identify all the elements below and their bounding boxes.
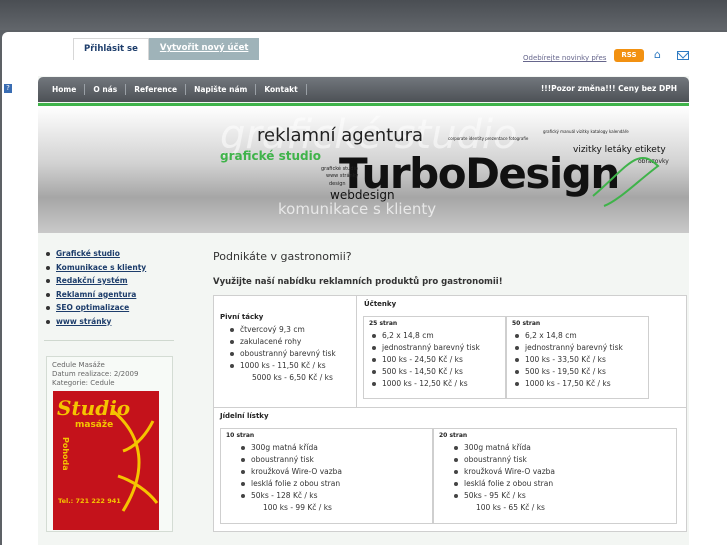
table-divider-v (356, 296, 357, 407)
banner-grafika-small: grafické studio (321, 165, 358, 172)
ref-phone-text: Tel.: 721 222 941 (58, 497, 121, 505)
listky-10-box: 10 stran 300g matná křída oboustranný ti… (220, 428, 433, 524)
help-icon[interactable]: ? (3, 83, 13, 94)
price-notice: !!!Pozor změna!!! Ceny bez DPH (540, 84, 677, 93)
reference-box: Cedule Masáže Datum realizace: 2/2009 Ka… (46, 356, 173, 532)
uctenky-25-item: 6,2 x 14,8 cm (364, 330, 505, 342)
listky-20-heading: 20 stran (439, 432, 468, 439)
listky-10-item: 50ks - 128 Kč / ks (233, 490, 433, 502)
reference-title[interactable]: Cedule Masáže (47, 361, 172, 370)
nav-write-us[interactable]: Napište nám (186, 84, 257, 95)
listky-10-item: 300g matná křída (233, 442, 433, 454)
banner-graphic: grafické studio komunikace s klienty rek… (220, 112, 669, 218)
listky-20-item: oboustranný tisk (446, 454, 676, 466)
pivni-heading: Pivní tácky (220, 313, 264, 321)
mail-icon[interactable] (677, 51, 689, 60)
login-tab[interactable]: Přihlásit se (73, 38, 149, 60)
banner-design: design (329, 181, 346, 187)
listky-10-item-extra: 100 ks - 99 Kč / ks (263, 503, 332, 512)
uctenky-50-box: 50 stran 6,2 x 14,8 cm jednostranný bare… (506, 316, 649, 399)
banner-komunikace: komunikace s klienty (278, 200, 436, 218)
nav-home[interactable]: Home (44, 84, 86, 95)
listky-heading: Jídelní lístky (220, 412, 269, 420)
header-banner: grafické studio komunikace s klienty rek… (38, 106, 689, 233)
page-subtitle: Využijte naší nabídku reklamních produkt… (213, 277, 503, 287)
newsletter-link[interactable]: Odebírejte novinky přes (523, 54, 606, 62)
nav-reference[interactable]: Reference (126, 84, 187, 95)
home-icon[interactable]: ⌂ (654, 49, 666, 61)
uctenky-25-box: 25 stran 6,2 x 14,8 cm jednostranný bare… (363, 316, 506, 399)
listky-20-item-extra: 100 ks - 65 Kč / ks (476, 503, 545, 512)
main-content: Podnikáte v gastronomii? Využijte naší n… (213, 250, 689, 287)
reference-image[interactable]: Studio masáže Pohoda Tel.: 721 222 941 (53, 391, 159, 530)
uctenky-25-heading: 25 stran (369, 320, 398, 327)
banner-small3: www stránky (326, 172, 358, 179)
uctenky-50-item: 6,2 x 14,8 cm (507, 330, 648, 342)
pivni-item: zakulacené rohy (222, 336, 356, 348)
uctenky-50-list: 6,2 x 14,8 cm jednostranný barevný tisk … (507, 330, 648, 390)
banner-vizitky: vizitky letáky etikety (573, 145, 666, 155)
ref-masaze-text: masáže (75, 420, 113, 430)
listky-20-item: 300g matná křída (446, 442, 676, 454)
main-nav: Home O nás Reference Napište nám Kontakt… (38, 77, 689, 102)
uctenky-25-item: 100 ks - 24,50 Kč / ks (364, 354, 505, 366)
uctenky-50-item: 100 ks - 33,50 Kč / ks (507, 354, 648, 366)
listky-10-item: lesklá folie z obou stran (233, 478, 433, 490)
banner-small1: grafický manuál vizitky katalogy kalendá… (543, 129, 629, 134)
pivni-item-extra: 5000 ks - 6,50 Kč / ks (252, 373, 333, 382)
sidebar-item-graficke-studio[interactable]: Grafické studio (44, 248, 184, 262)
nav-about[interactable]: O nás (85, 84, 127, 95)
offer-table: Pivní tácky čtvercový 9,3 cm zakulacené … (213, 295, 687, 532)
nav-contact[interactable]: Kontakt (256, 84, 307, 95)
page-title: Podnikáte v gastronomii? (213, 250, 352, 263)
pivni-item: čtvercový 9,3 cm (222, 324, 356, 336)
listky-10-item: oboustranný tisk (233, 454, 433, 466)
register-tab[interactable]: Vytvořit nový účet (148, 38, 260, 60)
uctenky-50-item: 500 ks - 19,50 Kč / ks (507, 366, 648, 378)
banner-grafika: grafické studio (220, 149, 321, 163)
sidebar-menu: Grafické studio Komunikace s klienty Red… (44, 248, 184, 329)
listky-10-item: kroužková Wire-O vazba (233, 466, 433, 478)
listky-10-heading: 10 stran (226, 432, 255, 439)
sidebar-divider (44, 340, 174, 341)
uctenky-50-item: 1000 ks - 17,50 Kč / ks (507, 378, 648, 390)
uctenky-25-item: 1000 ks - 12,50 Kč / ks (364, 378, 505, 390)
listky-20-list: 300g matná křída oboustranný tisk kroužk… (446, 442, 676, 514)
banner-line1: reklamní agentura (257, 125, 423, 146)
sidebar-item-redakcni-system[interactable]: Redakční systém (44, 275, 184, 289)
ref-pohoda-text: Pohoda (61, 437, 70, 471)
sidebar-item-www[interactable]: www stránky (44, 316, 184, 330)
table-divider-h (214, 407, 686, 408)
uctenky-50-heading: 50 stran (512, 320, 541, 327)
sidebar-item-seo[interactable]: SEO optimalizace (44, 302, 184, 316)
listky-20-item: 50ks - 95 Kč / ks (446, 490, 676, 502)
reference-date: Datum realizace: 2/2009 (52, 370, 139, 378)
uctenky-heading: Účtenky (364, 300, 397, 308)
pivni-list: čtvercový 9,3 cm zakulacené rohy oboustr… (222, 324, 356, 384)
listky-20-box: 20 stran 300g matná křída oboustranný ti… (433, 428, 677, 524)
top-strip (0, 0, 727, 30)
listky-20-item: kroužková Wire-O vazba (446, 466, 676, 478)
uctenky-25-item: 500 ks - 14,50 Kč / ks (364, 366, 505, 378)
pivni-item: 1000 ks - 11,50 Kč / ks (222, 360, 356, 372)
rss-button[interactable]: RSS (614, 49, 644, 62)
banner-webdesign: webdesign (330, 188, 395, 202)
sidebar-item-komunikace[interactable]: Komunikace s klienty (44, 262, 184, 276)
uctenky-25-item: jednostranný barevný tisk (364, 342, 505, 354)
listky-10-list: 300g matná křída oboustranný tisk kroužk… (233, 442, 433, 514)
sidebar-item-reklamni-agentura[interactable]: Reklamní agentura (44, 289, 184, 303)
account-tabs: Přihlásit se Vytvořit nový účet (73, 38, 260, 60)
uctenky-50-item: jednostranný barevný tisk (507, 342, 648, 354)
banner-small2: corporate identity prezentace fotografie (448, 136, 529, 141)
reference-image-art: Studio masáže Pohoda Tel.: 721 222 941 (53, 391, 159, 530)
reference-category: Kategorie: Cedule (52, 379, 115, 387)
listky-20-item: lesklá folie z obou stran (446, 478, 676, 490)
pivni-item: oboustranný barevný tisk (222, 348, 356, 360)
uctenky-25-list: 6,2 x 14,8 cm jednostranný barevný tisk … (364, 330, 505, 390)
